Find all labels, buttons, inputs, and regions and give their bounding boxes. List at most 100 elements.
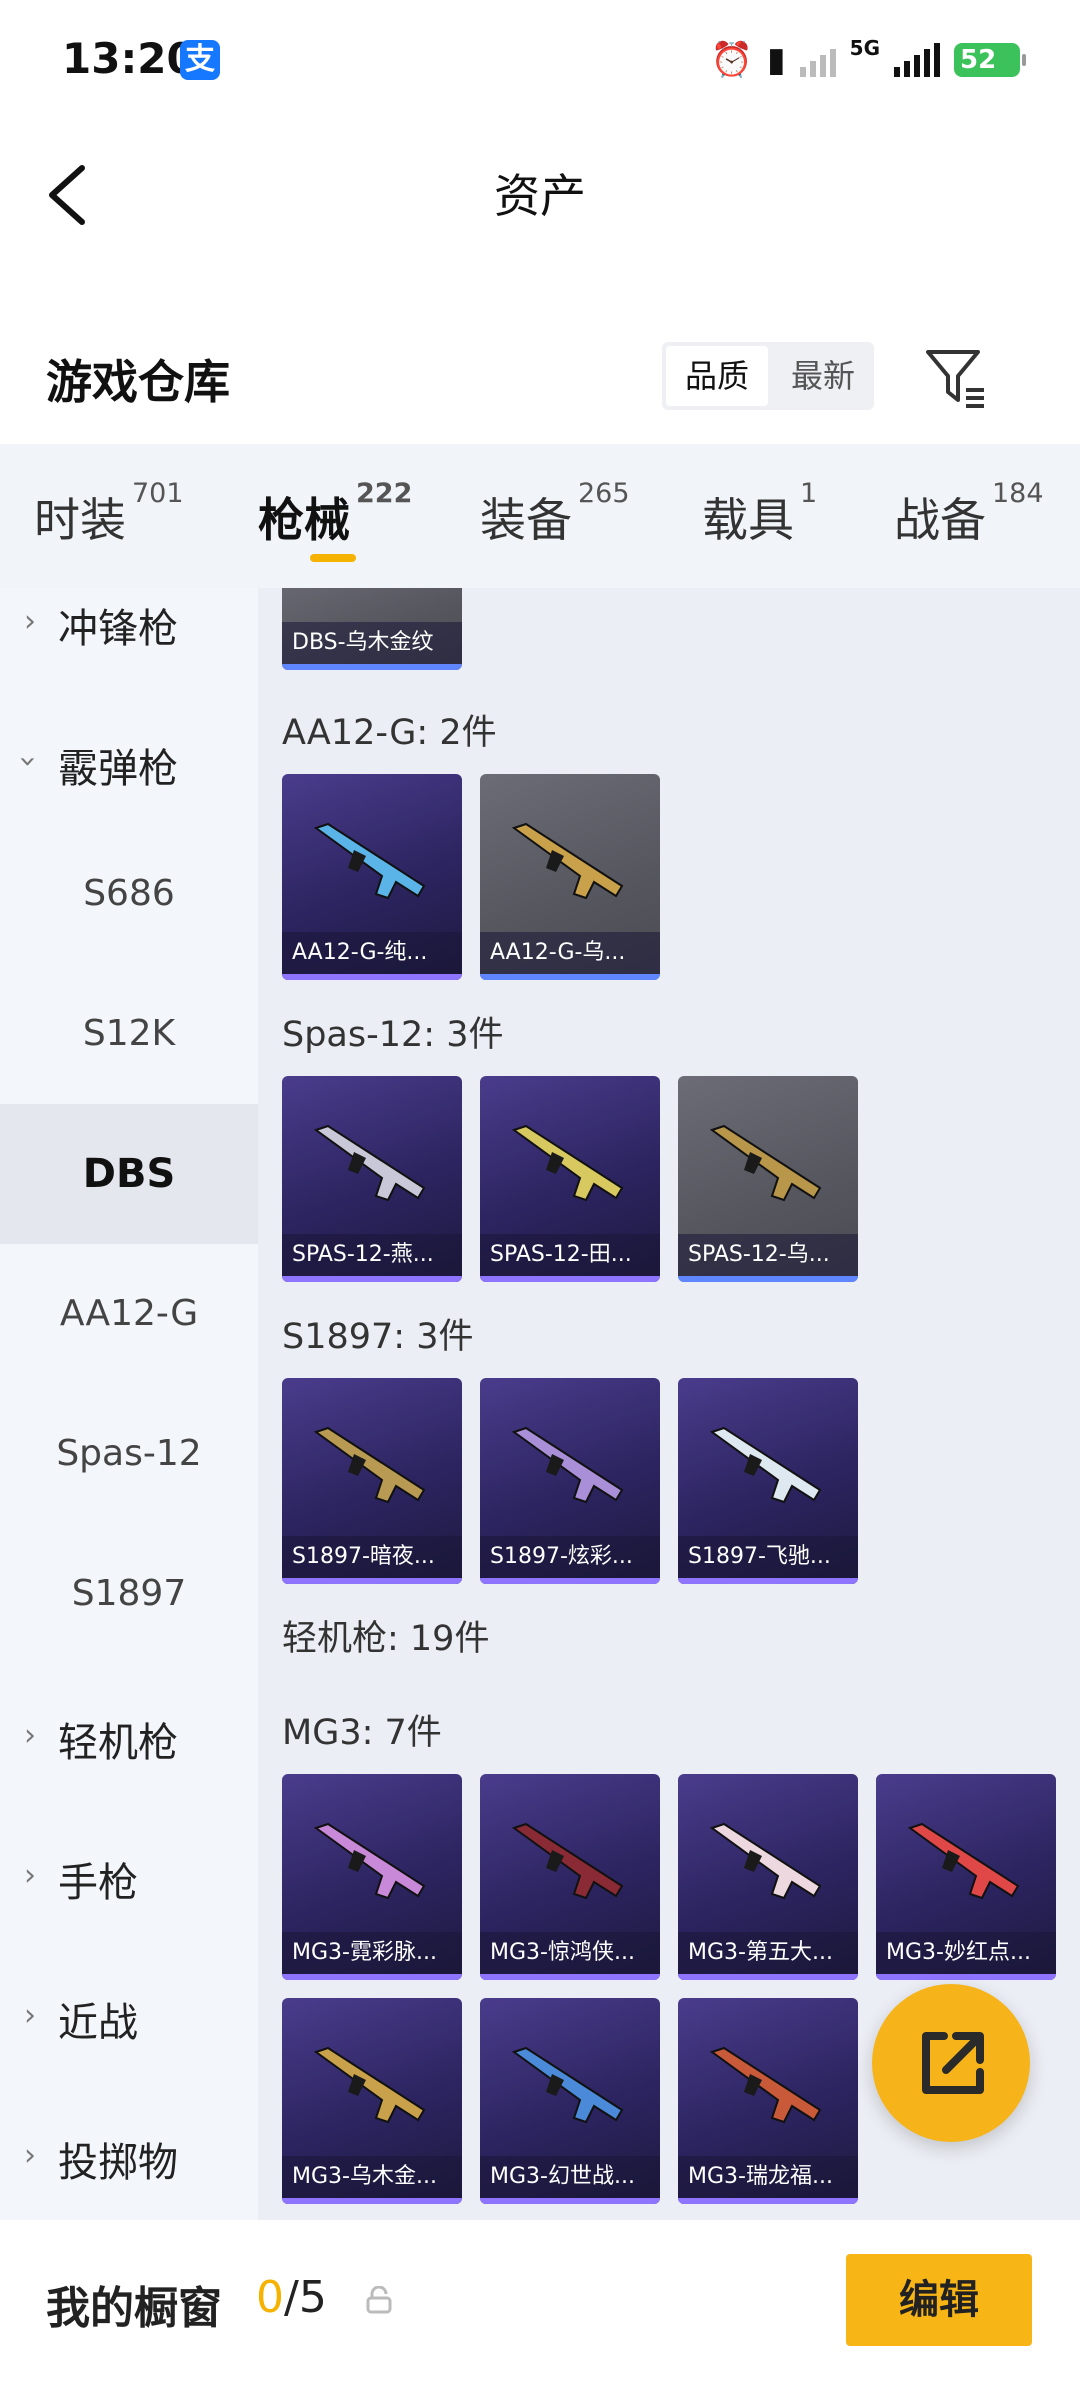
page-title: 资产 bbox=[494, 169, 586, 223]
rarity-bar bbox=[480, 1276, 660, 1282]
item-name: MG3-惊鸿侠... bbox=[480, 1932, 660, 1974]
group-title: 轻机枪: 19件 bbox=[282, 1619, 490, 1659]
weapon-skin-image bbox=[511, 1124, 624, 1202]
group-title: AA12-G: 2件 bbox=[282, 713, 497, 753]
tab-label: 枪械 bbox=[258, 493, 350, 547]
group-title: S1897: 3件 bbox=[282, 1317, 474, 1357]
sidebar-item-s12k[interactable]: S12K bbox=[0, 964, 258, 1104]
active-tab-indicator bbox=[310, 554, 356, 562]
rarity-bar bbox=[282, 1276, 462, 1282]
item-name: SPAS-12-燕... bbox=[282, 1234, 462, 1276]
lock-icon bbox=[366, 2286, 392, 2314]
item-name: AA12-G-纯... bbox=[282, 932, 462, 974]
item-card[interactable]: S1897-炫彩... bbox=[480, 1378, 660, 1584]
weapon-skin-image bbox=[313, 822, 426, 900]
item-name: MG3-霓彩脉... bbox=[282, 1932, 462, 1974]
showcase-total: /5 bbox=[284, 2272, 327, 2323]
item-card[interactable]: DBS-乌木金纹 bbox=[282, 588, 462, 670]
item-card[interactable]: AA12-G-乌... bbox=[480, 774, 660, 980]
item-card[interactable]: MG3-妙红点... bbox=[876, 1774, 1056, 1980]
filter-icon bbox=[926, 350, 984, 408]
sidebar-item-label: 近战 bbox=[58, 2000, 138, 2046]
showcase-used: 0 bbox=[256, 2272, 284, 2323]
sidebar-item-aa12g[interactable]: AA12-G bbox=[0, 1244, 258, 1384]
share-external-icon bbox=[922, 2032, 984, 2094]
filter-button[interactable] bbox=[922, 344, 990, 412]
tab-label: 载具 bbox=[702, 493, 794, 547]
tab-supplies[interactable]: 战备 184 bbox=[894, 478, 1044, 550]
tab-label: 装备 bbox=[480, 493, 572, 547]
sidebar-item-throwables[interactable]: › 投掷物 bbox=[0, 2088, 258, 2220]
chevron-right-icon: › bbox=[24, 1998, 36, 2033]
weapon-skin-image bbox=[313, 1124, 426, 1202]
sidebar-item-pistol[interactable]: › 手枪 bbox=[0, 1808, 258, 1948]
chevron-right-icon: › bbox=[24, 1858, 36, 1893]
item-card[interactable]: S1897-飞驰... bbox=[678, 1378, 858, 1584]
tab-count: 184 bbox=[992, 478, 1044, 509]
rarity-bar bbox=[480, 1974, 660, 1980]
tab-label: 战备 bbox=[894, 493, 986, 547]
item-card[interactable]: SPAS-12-燕... bbox=[282, 1076, 462, 1282]
sidebar-item-label: 投掷物 bbox=[58, 2140, 178, 2186]
tab-guns[interactable]: 枪械 222 bbox=[258, 478, 412, 550]
sidebar-item-s1897[interactable]: S1897 bbox=[0, 1524, 258, 1664]
showcase-label: 我的橱窗 bbox=[46, 2283, 222, 2334]
sort-quality-button[interactable]: 品质 bbox=[666, 346, 768, 406]
network-type: 5G bbox=[849, 36, 880, 60]
rarity-bar bbox=[678, 1276, 858, 1282]
rarity-bar bbox=[480, 1578, 660, 1584]
vibrate-icon: ▮ bbox=[766, 40, 786, 80]
item-name: MG3-幻世战... bbox=[480, 2156, 660, 2198]
tab-fashion[interactable]: 时装 701 bbox=[34, 478, 184, 550]
item-card[interactable]: MG3-惊鸿侠... bbox=[480, 1774, 660, 1980]
tab-count: 1 bbox=[800, 478, 818, 509]
item-card[interactable]: MG3-乌木金... bbox=[282, 1998, 462, 2204]
sidebar-item-label: 冲锋枪 bbox=[58, 606, 178, 652]
weapon-skin-image bbox=[709, 2046, 822, 2124]
tab-equipment[interactable]: 装备 265 bbox=[480, 478, 630, 550]
item-card[interactable]: MG3-幻世战... bbox=[480, 1998, 660, 2204]
tab-vehicles[interactable]: 载具 1 bbox=[702, 478, 817, 550]
sort-newest-button[interactable]: 最新 bbox=[772, 342, 874, 410]
chevron-right-icon: › bbox=[24, 1718, 36, 1753]
weapon-skin-image bbox=[511, 822, 624, 900]
category-tabs: 时装 701 枪械 222 装备 265 载具 1 战备 184 bbox=[0, 444, 1080, 588]
sidebar-item-s686[interactable]: S686 bbox=[0, 824, 258, 964]
rarity-bar bbox=[480, 2198, 660, 2204]
sidebar-item-label: 霰弹枪 bbox=[58, 746, 178, 792]
item-card[interactable]: MG3-第五大... bbox=[678, 1774, 858, 1980]
rarity-bar bbox=[282, 664, 462, 670]
item-card[interactable]: MG3-瑞龙福... bbox=[678, 1998, 858, 2204]
weapon-skin-image bbox=[313, 1822, 426, 1900]
rarity-bar bbox=[678, 2198, 858, 2204]
sidebar-item-shotgun[interactable]: › 霰弹枪 bbox=[0, 694, 258, 834]
sidebar-item-label: 手枪 bbox=[58, 1860, 138, 1906]
item-card[interactable]: SPAS-12-田... bbox=[480, 1076, 660, 1282]
weapon-skin-image bbox=[907, 1822, 1020, 1900]
item-name: DBS-乌木金纹 bbox=[282, 622, 462, 664]
sidebar-item-label: 轻机枪 bbox=[58, 1720, 178, 1766]
share-fab-button[interactable] bbox=[872, 1984, 1030, 2142]
item-name: MG3-第五大... bbox=[678, 1932, 858, 1974]
rarity-bar bbox=[876, 1974, 1056, 1980]
tab-count: 701 bbox=[132, 478, 184, 509]
item-card[interactable]: SPAS-12-乌... bbox=[678, 1076, 858, 1282]
sidebar-item-lmg[interactable]: › 轻机枪 bbox=[0, 1668, 258, 1808]
item-name: MG3-瑞龙福... bbox=[678, 2156, 858, 2198]
item-card[interactable]: AA12-G-纯... bbox=[282, 774, 462, 980]
weapon-skin-image bbox=[709, 1426, 822, 1504]
sidebar-item-smg[interactable]: › 冲锋枪 bbox=[0, 588, 258, 694]
sidebar-item-spas12[interactable]: Spas-12 bbox=[0, 1384, 258, 1524]
sidebar-item-dbs[interactable]: DBS bbox=[0, 1104, 258, 1244]
item-name: MG3-乌木金... bbox=[282, 2156, 462, 2198]
item-card[interactable]: S1897-暗夜... bbox=[282, 1378, 462, 1584]
edit-button[interactable]: 编辑 bbox=[846, 2254, 1032, 2346]
item-card[interactable]: MG3-霓彩脉... bbox=[282, 1774, 462, 1980]
group-title: MG3: 7件 bbox=[282, 1713, 442, 1753]
sidebar-item-melee[interactable]: › 近战 bbox=[0, 1948, 258, 2088]
item-name: S1897-暗夜... bbox=[282, 1536, 462, 1578]
showcase-bar: 我的橱窗 0/5 编辑 bbox=[0, 2220, 1080, 2382]
rarity-bar bbox=[678, 1974, 858, 1980]
status-bar: 13:20 支 ⏰ ▮ 5G 52 bbox=[0, 0, 1080, 120]
weapon-skin-image bbox=[709, 1822, 822, 1900]
